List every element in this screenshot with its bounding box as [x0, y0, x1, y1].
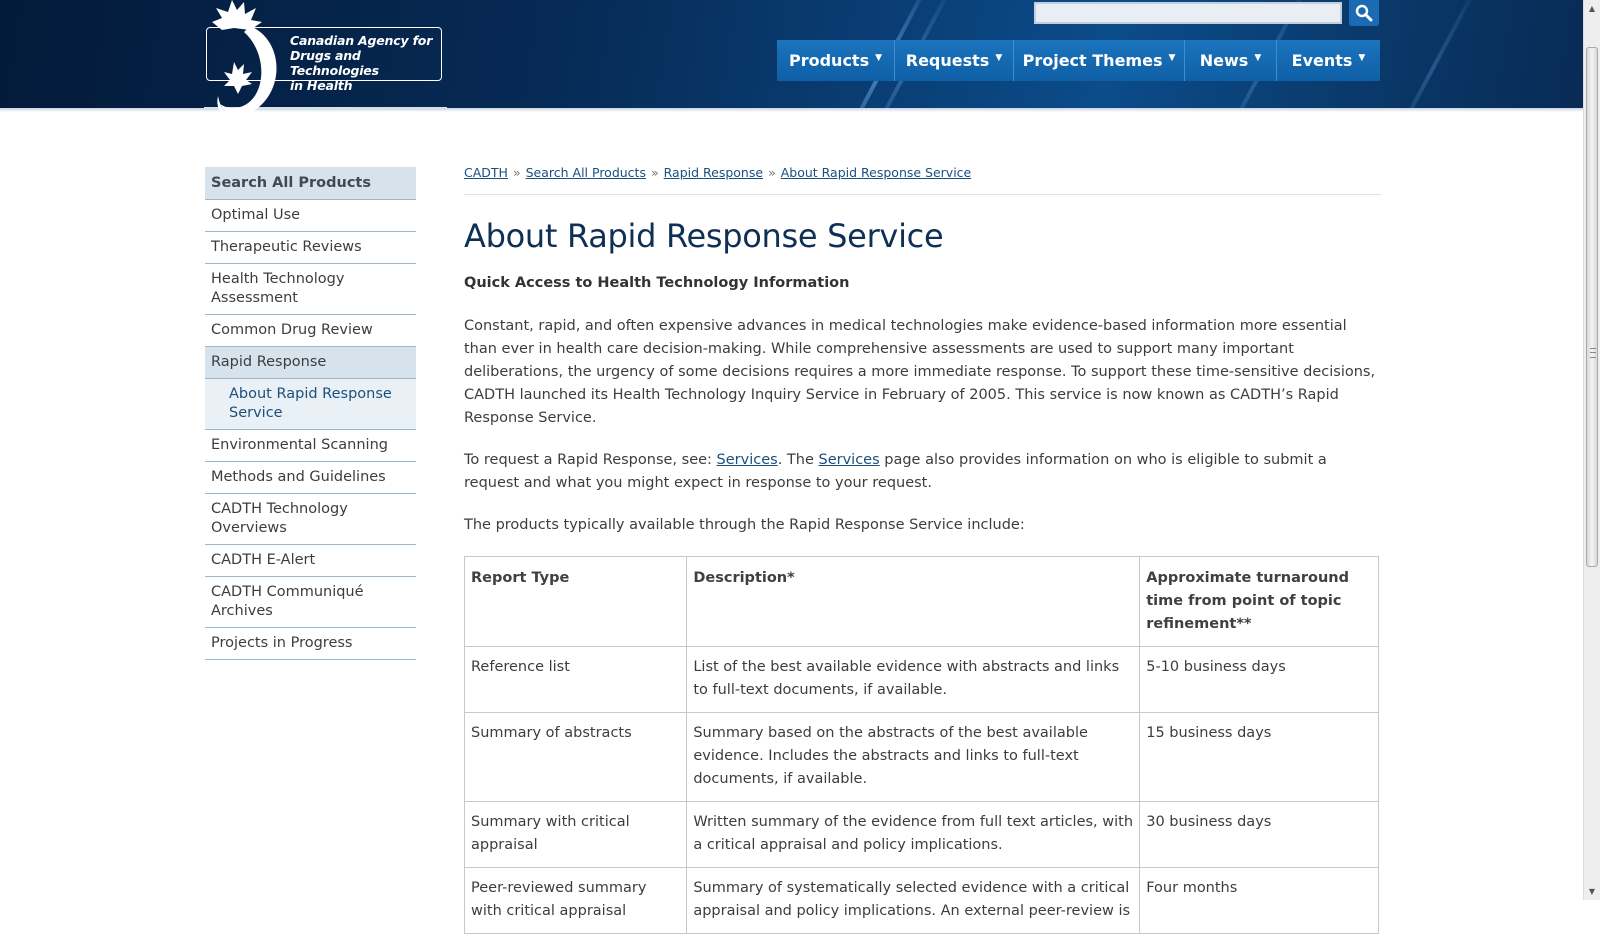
- nav-products[interactable]: Products ▼: [777, 40, 895, 81]
- caret-down-icon: ▼: [875, 52, 883, 63]
- column-header-report-type: Report Type: [463, 556, 688, 647]
- sidebar-nav: Search All Products Optimal Use Therapeu…: [205, 167, 416, 660]
- breadcrumb: CADTH » Search All Products » Rapid Response…: [464, 165, 1381, 195]
- breadcrumb-separator: »: [768, 165, 776, 180]
- logo-text-line-2: Drugs and Technologies: [290, 48, 379, 78]
- table-cell: Four months: [1139, 867, 1379, 934]
- column-header-turnaround: Approximate turnaround time from point o…: [1139, 556, 1379, 647]
- search-input[interactable]: [1034, 2, 1342, 24]
- table-cell: 15 business days: [1139, 712, 1379, 802]
- sidebar-item-optimal-use[interactable]: Optimal Use: [205, 200, 416, 232]
- request-text-1: To request a Rapid Response, see:: [464, 452, 717, 468]
- nav-events[interactable]: Events ▼: [1277, 40, 1380, 81]
- table-cell: Peer-reviewed summary with critical appr…: [463, 867, 688, 934]
- sidebar-item-health-technology-assessment[interactable]: Health Technology Assessment: [205, 264, 416, 315]
- caret-down-icon: ▼: [995, 52, 1003, 63]
- sidebar-item-about-rapid-response-service[interactable]: About Rapid Response Service: [205, 379, 416, 430]
- breadcrumb-link-cadth[interactable]: CADTH: [464, 165, 508, 180]
- vertical-scrollbar[interactable]: ▲ ▼: [1583, 0, 1600, 900]
- nav-project-themes[interactable]: Project Themes ▼: [1014, 40, 1185, 81]
- page-subtitle: Quick Access to Health Technology Inform…: [464, 275, 850, 291]
- caret-down-icon: ▼: [1358, 52, 1366, 63]
- products-intro-paragraph: The products typically available through…: [464, 517, 1025, 533]
- table-cell: Summary of systematically selected evide…: [686, 867, 1141, 934]
- table-cell: Written summary of the evidence from ful…: [686, 801, 1141, 868]
- services-link[interactable]: Services: [717, 452, 778, 468]
- products-table: Report Type Description* Approximate tur…: [463, 556, 1379, 934]
- sidebar-item-methods-and-guidelines[interactable]: Methods and Guidelines: [205, 462, 416, 494]
- decorative-streak: [1378, 0, 1486, 108]
- scroll-up-arrow-icon[interactable]: ▲: [1584, 0, 1600, 17]
- sidebar-item-rapid-response[interactable]: Rapid Response: [205, 347, 416, 379]
- nav-news-label: News: [1199, 51, 1249, 70]
- main-content: CADTH » Search All Products » Rapid Response…: [463, 165, 1381, 934]
- intro-paragraph: Constant, rapid, and often expensive adv…: [464, 318, 1376, 426]
- nav-requests-label: Requests: [905, 51, 990, 70]
- nav-events-label: Events: [1291, 51, 1353, 70]
- table-cell: List of the best available evidence with…: [686, 646, 1141, 713]
- table-cell: Summary of abstracts: [463, 712, 688, 802]
- sidebar-item-cadth-technology-overviews[interactable]: CADTH Technology Overviews: [205, 494, 416, 545]
- logo-text-line-3: in Health: [290, 78, 353, 93]
- sidebar-item-environmental-scanning[interactable]: Environmental Scanning: [205, 430, 416, 462]
- table-cell: Reference list: [463, 646, 688, 713]
- table-cell: Summary based on the abstracts of the be…: [686, 712, 1141, 802]
- nav-news[interactable]: News ▼: [1185, 40, 1277, 81]
- sidebar-item-cadth-e-alert[interactable]: CADTH E-Alert: [205, 545, 416, 577]
- table-row: Peer-reviewed summary with critical appr…: [463, 867, 1379, 934]
- page-title: About Rapid Response Service: [464, 217, 944, 255]
- sidebar-item-therapeutic-reviews[interactable]: Therapeutic Reviews: [205, 232, 416, 264]
- caret-down-icon: ▼: [1168, 52, 1176, 63]
- breadcrumb-link-search-all-products[interactable]: Search All Products: [526, 165, 646, 180]
- sidebar-item-search-all-products[interactable]: Search All Products: [205, 167, 416, 200]
- maple-leaf-icon: [212, 0, 277, 128]
- request-paragraph: To request a Rapid Response, see: Servic…: [464, 449, 1381, 495]
- main-nav: Products ▼ Requests ▼ Project Themes ▼ News…: [777, 40, 1380, 81]
- nav-requests[interactable]: Requests ▼: [895, 40, 1014, 81]
- sidebar-item-common-drug-review[interactable]: Common Drug Review: [205, 315, 416, 347]
- logo-text-line-1: Canadian Agency for: [290, 33, 433, 48]
- table-row: Reference list List of the best availabl…: [463, 646, 1379, 713]
- request-text-2: . The: [777, 452, 819, 468]
- breadcrumb-separator: »: [512, 165, 521, 180]
- grip-icon: [1590, 348, 1596, 358]
- table-cell: 30 business days: [1139, 801, 1379, 868]
- scroll-down-arrow-icon[interactable]: ▼: [1584, 883, 1600, 900]
- breadcrumb-link-about-rapid-response-service[interactable]: About Rapid Response Service: [781, 165, 972, 180]
- table-cell: Summary with critical appraisal: [463, 801, 688, 868]
- nav-project-themes-label: Project Themes: [1022, 51, 1163, 70]
- logo-text: Canadian Agency for Drugs and Technologi…: [290, 33, 445, 93]
- search-button[interactable]: [1349, 0, 1379, 26]
- column-header-description: Description*: [686, 556, 1141, 647]
- table-cell: 5-10 business days: [1139, 646, 1379, 713]
- magnifier-icon: [1355, 4, 1373, 22]
- sidebar-item-projects-in-progress[interactable]: Projects in Progress: [205, 628, 416, 660]
- sidebar-item-cadth-communique-archives[interactable]: CADTH Communiqué Archives: [205, 577, 416, 628]
- table-row: Summary with critical appraisal Written …: [463, 801, 1379, 868]
- scrollbar-thumb[interactable]: [1586, 47, 1598, 567]
- nav-products-label: Products: [788, 51, 870, 70]
- breadcrumb-separator: »: [650, 165, 659, 180]
- caret-down-icon: ▼: [1254, 52, 1262, 63]
- table-header-row: Report Type Description* Approximate tur…: [463, 556, 1379, 647]
- table-row: Summary of abstracts Summary based on th…: [463, 712, 1379, 802]
- breadcrumb-link-rapid-response[interactable]: Rapid Response: [664, 165, 763, 180]
- services-link-2[interactable]: Services: [819, 452, 880, 468]
- site-logo[interactable]: Canadian Agency for Drugs and Technologi…: [204, 0, 447, 132]
